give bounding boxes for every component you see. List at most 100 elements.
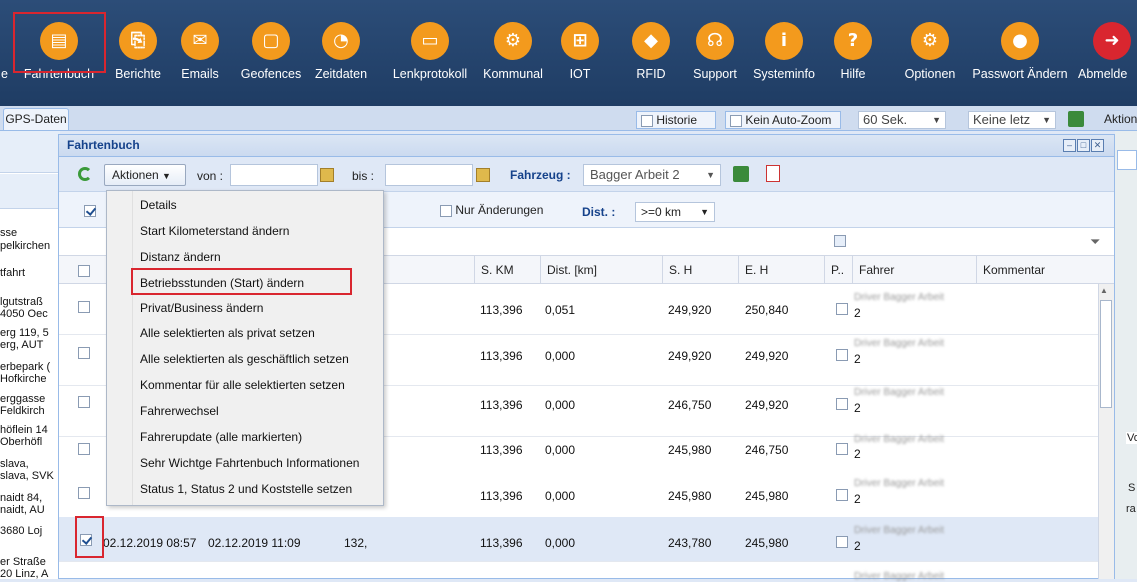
historie-toggle[interactable]: Historie [636,111,716,129]
cell-eh: 245,980 [745,489,789,503]
maximize-icon[interactable]: □ [1077,139,1090,152]
bis-date-input[interactable] [385,164,473,186]
address-line: 3680 Loj [0,526,43,537]
header-checkbox[interactable] [78,263,90,277]
cell-fahrer-suffix: 2 [854,447,861,461]
fahrzeug-value: Bagger Arbeit 2 [590,167,680,182]
cell-dist: 0,000 [545,443,576,457]
driver-name-redacted: Driver Bagger Arbeit [854,292,945,303]
menu-item-status[interactable]: Status 1, Status 2 und Koststelle setzen [140,482,352,496]
calendar-icon[interactable] [320,168,334,182]
von-label: von : [197,169,224,183]
row-private-checkbox[interactable] [836,398,848,410]
row-private-checkbox[interactable] [836,349,848,361]
fahrzeug-select[interactable]: Bagger Arbeit 2 ▼ [583,164,721,186]
highlight-selected-checkbox [75,516,104,558]
menu-item-start-km[interactable]: Start Kilometerstand ändern [140,224,289,238]
aktionen-button[interactable]: Aktionen ▼ [104,164,186,186]
nur-aenderungen-checkbox[interactable] [440,204,452,217]
menu-item-alle-geschaeftlich[interactable]: Alle selektierten als geschäftlich setze… [140,352,349,366]
column-header-p[interactable]: P.. [824,256,852,284]
menu-item-kommentar[interactable]: Kommentar für alle selektierten setzen [140,378,345,392]
row-checkbox[interactable] [78,487,90,499]
select-all-checkbox[interactable] [84,203,96,217]
row-checkbox[interactable] [78,396,90,408]
cell-km: 132, [344,536,368,550]
menu-item-distanz[interactable]: Distanz ändern [140,250,221,264]
column-header-kommentar[interactable]: Kommentar [976,256,1098,284]
column-header-eh[interactable]: E. H [738,256,824,284]
row-private-checkbox[interactable] [836,443,848,455]
cell-eh: 250,840 [745,303,789,317]
driver-name-redacted: Driver Bagger Arbeit [854,387,945,398]
cell-eh: 245,980 [745,536,789,550]
row-private-checkbox[interactable] [836,303,848,315]
dist-value: >=0 km [641,205,682,219]
driver-name-redacted: Driver Bagger Arbeit [854,571,945,582]
address-line: 4050 Oec [0,309,48,320]
tab-gps-daten[interactable]: GPS-Daten [3,108,69,130]
menu-item-informationen[interactable]: Sehr Wichtge Fahrtenbuch Informationen [140,456,359,470]
map-label: ra [1126,503,1136,515]
menu-item-privat-business[interactable]: Privat/Business ändern [140,301,263,315]
map-label: S [1128,482,1136,494]
menu-icon-column [132,191,133,505]
dist-select[interactable]: >=0 km ▼ [635,202,715,222]
scrollbar-thumb[interactable] [1100,300,1112,408]
cell-sh: 249,920 [668,349,712,363]
menu-item-fahrerwechsel[interactable]: Fahrerwechsel [140,404,219,418]
excel-export-icon[interactable] [1068,111,1084,127]
address-line: 20 Linz, A [0,569,49,580]
menu-item-fahrerupdate[interactable]: Fahrerupdate (alle markierten) [140,430,302,444]
cell-fahrer-suffix: 2 [854,539,861,553]
chevron-down-icon: ▼ [932,115,941,125]
row-checkbox[interactable] [78,347,90,359]
kein-auto-zoom-checkbox[interactable] [730,114,742,127]
scroll-up-icon[interactable]: ▲ [1100,286,1108,295]
von-date-input[interactable] [230,164,318,186]
toolbar-item-label: Passwort Ändern [972,67,1068,81]
column-header-fahrer[interactable]: Fahrer [852,256,976,284]
row-private-checkbox[interactable] [836,536,848,548]
column-header-skm[interactable]: S. KM [474,256,540,284]
cell-fahrer-suffix: 2 [854,492,861,506]
menu-item-alle-privat[interactable]: Alle selektierten als privat setzen [140,326,315,340]
highlight-fahrtenbuch [13,12,106,73]
kein-auto-zoom-toggle[interactable]: Kein Auto-Zoom [725,111,841,129]
historie-checkbox[interactable] [641,114,653,127]
keine-letz-select[interactable]: Keine letz ▼ [968,111,1056,129]
toolbar-item-label: IOT [569,67,591,81]
left-panel-header [0,131,60,173]
address-line: lgutstraß [0,297,43,308]
aktionen-label: Aktionen [112,168,159,182]
cell-sh: 245,980 [668,489,712,503]
cell-skm: 113,396 [480,349,523,363]
gps-tab-bar [0,106,1137,131]
pdf-export-icon[interactable] [766,165,780,182]
refresh-icon[interactable] [78,167,92,181]
row-private-checkbox[interactable] [836,489,848,501]
address-line: slava, SVK [0,471,54,482]
excel-export-icon[interactable] [733,166,749,182]
nur-aenderungen-toggle[interactable]: Nur Änderungen [440,203,543,217]
column-header-dist[interactable]: Dist. [km] [540,256,662,284]
minimize-icon[interactable]: – [1063,139,1076,152]
address-line: erbepark ( [0,362,51,373]
column-header-sh[interactable]: S. H [662,256,738,284]
aktion-menu[interactable]: Aktion [1104,112,1137,126]
filter-checkbox[interactable] [834,235,846,247]
table-row-selected[interactable]: 02.12.2019 08:57 02.12.2019 11:09 132, 1… [59,517,1099,562]
address-line: pelkirchen [0,241,51,252]
filter-icon[interactable]: ⏷ [1090,234,1100,250]
fahrzeug-label: Fahrzeug : [510,168,571,182]
menu-item-details[interactable]: Details [140,198,177,212]
bis-label: bis : [352,169,375,183]
cell-start: 02.12.2019 08:57 [103,536,197,550]
close-icon[interactable]: ✕ [1091,139,1104,152]
map-control[interactable] [1117,150,1137,170]
calendar-icon[interactable] [476,168,490,182]
row-checkbox[interactable] [78,301,90,313]
row-checkbox[interactable] [78,443,90,455]
next-row-partial: Driver Bagger Arbeit [850,571,990,582]
interval-select[interactable]: 60 Sek. ▼ [858,111,946,129]
